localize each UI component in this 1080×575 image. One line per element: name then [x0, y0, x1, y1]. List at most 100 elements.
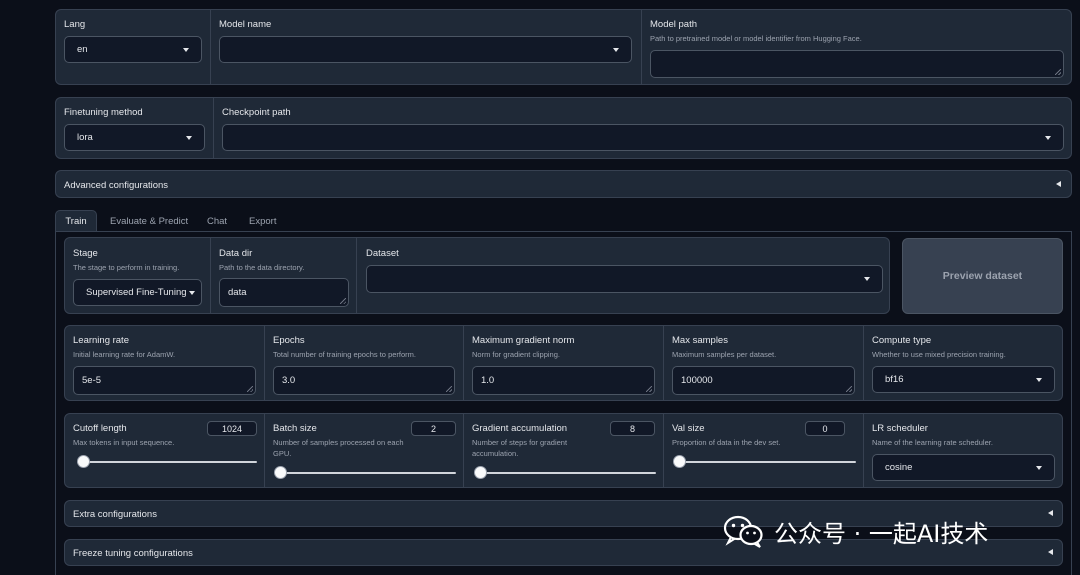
checkpoint-label: Checkpoint path	[222, 107, 291, 118]
max-grad-norm-cell: Maximum gradient norm Norm for gradient …	[464, 326, 664, 400]
checkpoint-dropdown[interactable]	[222, 124, 1064, 151]
resize-grip-icon[interactable]	[247, 386, 253, 392]
slider-panel: Cutoff length 1024 Max tokens in input s…	[64, 413, 1063, 488]
resize-grip-icon[interactable]	[846, 386, 852, 392]
grad-accum-slider-track[interactable]	[476, 472, 656, 474]
val-size-number-input[interactable]: 0	[805, 421, 845, 436]
collapse-arrow-icon[interactable]	[1056, 181, 1061, 187]
batch-size-number-input[interactable]: 2	[411, 421, 456, 436]
method-panel: Finetuning method lora Checkpoint path	[55, 97, 1072, 159]
epochs-info: Total number of training epochs to perfo…	[273, 350, 416, 359]
grad-accum-info: Number of steps for gradient accumulatio…	[472, 438, 568, 458]
lr-scheduler-dropdown[interactable]: cosine	[872, 454, 1055, 481]
max-grad-norm-value: 1.0	[481, 375, 495, 386]
data-dir-value: data	[228, 287, 247, 298]
preview-dataset-button[interactable]: Preview dataset	[902, 238, 1063, 314]
model-path-info: Path to pretrained model or model identi…	[650, 34, 862, 43]
tab-train[interactable]: Train	[55, 210, 97, 232]
compute-type-label: Compute type	[872, 335, 932, 346]
finetuning-value: lora	[77, 132, 93, 143]
chevron-down-icon	[1045, 135, 1051, 140]
compute-type-value: bf16	[885, 374, 904, 385]
learning-rate-input[interactable]: 5e-5	[73, 366, 256, 395]
grad-accum-cell: Gradient accumulation 8 Number of steps …	[464, 414, 664, 487]
hyperparam-panel: Learning rate Initial learning rate for …	[64, 325, 1063, 401]
stage-cell: Stage The stage to perform in training. …	[65, 238, 211, 313]
max-samples-cell: Max samples Maximum samples per dataset.…	[664, 326, 864, 400]
grad-accum-label: Gradient accumulation	[472, 423, 568, 434]
finetuning-dropdown[interactable]: lora	[64, 124, 205, 151]
model-name-label: Model name	[219, 19, 272, 30]
batch-size-slider-thumb[interactable]	[274, 466, 287, 479]
collapse-arrow-icon[interactable]	[1048, 510, 1053, 516]
wechat-logo-icon	[722, 514, 766, 548]
cutoff-slider-track[interactable]	[77, 461, 257, 463]
advanced-accordion[interactable]: Advanced configurations	[55, 170, 1072, 198]
epochs-label: Epochs	[273, 335, 305, 346]
data-panel: Stage The stage to perform in training. …	[64, 237, 890, 314]
model-name-dropdown[interactable]	[219, 36, 632, 63]
model-panel: Lang en Model name Model path Path to pr…	[55, 9, 1072, 85]
chevron-down-icon	[189, 290, 195, 295]
model-path-input[interactable]	[650, 50, 1064, 78]
dataset-dropdown[interactable]	[366, 265, 883, 293]
lr-scheduler-info: Name of the learning rate scheduler.	[872, 438, 993, 447]
tab-bar: Train Evaluate & Predict Chat Export	[55, 210, 1072, 232]
compute-type-dropdown[interactable]: bf16	[872, 366, 1055, 393]
lr-scheduler-cell: LR scheduler Name of the learning rate s…	[864, 414, 1064, 487]
tab-export[interactable]: Export	[249, 210, 276, 232]
grad-accum-number-input[interactable]: 8	[610, 421, 655, 436]
max-samples-value: 100000	[681, 375, 713, 386]
lang-value: en	[77, 44, 88, 55]
batch-size-slider-track[interactable]	[277, 472, 456, 474]
finetuning-label: Finetuning method	[64, 107, 143, 118]
data-dir-info: Path to the data directory.	[219, 263, 305, 272]
resize-grip-icon[interactable]	[340, 298, 346, 304]
max-grad-norm-info: Norm for gradient clipping.	[472, 350, 560, 359]
data-dir-cell: Data dir Path to the data directory. dat…	[211, 238, 357, 313]
chevron-down-icon	[186, 135, 192, 140]
lang-dropdown[interactable]: en	[64, 36, 202, 63]
data-dir-label: Data dir	[219, 248, 253, 259]
checkpoint-cell: Checkpoint path	[214, 98, 1073, 158]
max-samples-info: Maximum samples per dataset.	[672, 350, 777, 359]
val-size-slider-thumb[interactable]	[673, 455, 686, 468]
cutoff-info: Max tokens in input sequence.	[73, 438, 175, 447]
cutoff-number-input[interactable]: 1024	[207, 421, 257, 436]
resize-grip-icon[interactable]	[646, 386, 652, 392]
chevron-down-icon	[613, 47, 619, 52]
stage-dropdown[interactable]: Supervised Fine-Tuning	[73, 279, 202, 306]
dataset-cell: Dataset	[357, 238, 891, 313]
extra-config-label: Extra configurations	[73, 509, 157, 520]
compute-type-info: Whether to use mixed precision training.	[872, 350, 1006, 359]
freeze-config-label: Freeze tuning configurations	[73, 548, 193, 559]
data-dir-input[interactable]: data	[219, 278, 349, 307]
model-name-cell: Model name	[211, 10, 642, 84]
tab-evaluate-predict[interactable]: Evaluate & Predict	[110, 210, 188, 232]
lr-scheduler-value: cosine	[885, 462, 913, 473]
tab-chat[interactable]: Chat	[207, 210, 227, 232]
cutoff-slider-thumb[interactable]	[77, 455, 90, 468]
lang-cell: Lang en	[56, 10, 211, 84]
finetuning-cell: Finetuning method lora	[56, 98, 214, 158]
cutoff-label: Cutoff length	[73, 423, 127, 434]
batch-size-cell: Batch size 2 Number of samples processed…	[265, 414, 464, 487]
max-samples-input[interactable]: 100000	[672, 366, 855, 395]
val-size-slider-track[interactable]	[676, 461, 856, 463]
dataset-label: Dataset	[366, 248, 399, 259]
learning-rate-cell: Learning rate Initial learning rate for …	[65, 326, 265, 400]
stage-label: Stage	[73, 248, 98, 259]
wechat-watermark: 公众号 · 一起AI技术	[722, 513, 988, 549]
lr-scheduler-label: LR scheduler	[872, 423, 928, 434]
epochs-input[interactable]: 3.0	[273, 366, 455, 395]
learning-rate-value: 5e-5	[82, 375, 102, 386]
grad-accum-slider-thumb[interactable]	[474, 466, 487, 479]
resize-grip-icon[interactable]	[446, 386, 452, 392]
collapse-arrow-icon[interactable]	[1048, 549, 1053, 555]
max-grad-norm-input[interactable]: 1.0	[472, 366, 655, 395]
resize-grip-icon[interactable]	[1055, 69, 1061, 75]
learning-rate-info: Initial learning rate for AdamW.	[73, 350, 176, 359]
chevron-down-icon	[183, 47, 189, 52]
stage-value: Supervised Fine-Tuning	[86, 287, 187, 298]
learning-rate-label: Learning rate	[73, 335, 129, 346]
